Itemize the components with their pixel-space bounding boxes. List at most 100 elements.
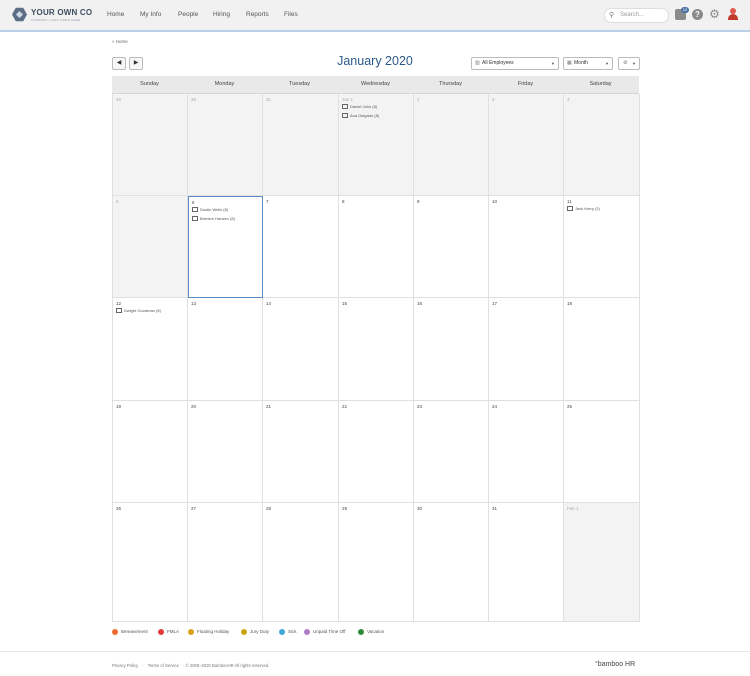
time-off-event[interactable]: Dustin Wells (8)	[192, 207, 228, 213]
calendar-day-cell[interactable]: Jan 1 Daniel John (8) Ana Delgado (8)	[339, 94, 414, 196]
breadcrumb-home[interactable]: « Home	[112, 39, 128, 44]
calendar-event-icon	[567, 206, 573, 212]
search-input[interactable]: ⚲ Search...	[604, 8, 669, 23]
inbox-count-badge: 12	[681, 7, 689, 13]
calendar-day-cell[interactable]: 30	[188, 94, 263, 196]
calendar-day-cell[interactable]: 5	[113, 196, 188, 298]
nav-home[interactable]: Home	[107, 11, 124, 18]
weekday-label: Tuesday	[289, 81, 310, 87]
calendar-day-cell[interactable]: 8	[339, 196, 414, 298]
calendar-day-cell[interactable]: 29	[113, 94, 188, 196]
bamboohr-logo: °bamboo HR	[595, 661, 636, 668]
chevron-down-icon: ▼	[605, 61, 609, 66]
day-number: 30	[191, 97, 197, 102]
nav-files[interactable]: Files	[284, 11, 298, 18]
day-number: 20	[191, 404, 197, 409]
time-off-event[interactable]: Ana Delgado (8)	[342, 113, 380, 119]
day-number: 19	[116, 404, 122, 409]
day-number: 14	[266, 301, 272, 306]
calendar-settings-button[interactable]: ⚙ ▼	[618, 57, 640, 70]
view-mode-select[interactable]: ▦ Month ▼	[563, 57, 613, 70]
calendar-day-cell[interactable]: 15	[339, 298, 414, 401]
calendar-day-cell[interactable]: 18	[564, 298, 640, 401]
day-number: 31	[266, 97, 272, 102]
privacy-policy-link[interactable]: Privacy Policy	[112, 663, 138, 668]
employee-filter-value: All Employees	[482, 60, 514, 66]
calendar-day-cell[interactable]: Feb 1	[564, 503, 640, 622]
company-logo[interactable]: YOUR OWN CO COMPANY LOGO GOES HERE	[12, 7, 92, 25]
footer: Privacy Policy · Terms of Service · © 20…	[112, 663, 272, 668]
nav-reports[interactable]: Reports	[246, 11, 269, 18]
legend-label: Jury Duty	[250, 629, 270, 635]
calendar-grid: 29 30 31 Jan 1 Daniel John (8) Ana Delgado (8…	[112, 94, 640, 622]
calendar-day-cell[interactable]: 19	[113, 401, 188, 503]
time-off-event[interactable]: Daniel John (8)	[342, 104, 377, 110]
day-number: 29	[116, 97, 122, 102]
calendar-day-cell[interactable]: 20	[188, 401, 263, 503]
gear-icon: ⚙	[623, 60, 628, 66]
calendar-day-cell[interactable]: 28	[263, 503, 339, 622]
previous-month-button[interactable]: ◀	[112, 57, 126, 70]
calendar-day-cell[interactable]: 27	[188, 503, 263, 622]
day-number: 27	[191, 506, 197, 511]
employee-filter-select[interactable]: ▥ All Employees ▼	[471, 57, 559, 70]
event-label: Ana Delgado (8)	[350, 113, 380, 118]
calendar-day-cell[interactable]: 14	[263, 298, 339, 401]
calendar-day-cell[interactable]: 24	[489, 401, 564, 503]
nav-hiring[interactable]: Hiring	[213, 11, 230, 18]
day-number: 8	[342, 199, 345, 204]
day-number: 3	[492, 97, 495, 102]
view-mode-value: Month	[574, 60, 588, 66]
weekday-label: Saturday	[589, 81, 612, 87]
calendar-day-cell[interactable]: 12 Dwight Goodman (8)	[113, 298, 188, 401]
legend-item: Jury Duty	[241, 629, 269, 635]
day-number: 30	[417, 506, 423, 511]
calendar-day-cell[interactable]: 3	[489, 94, 564, 196]
calendar-day-cell[interactable]: 31	[263, 94, 339, 196]
legend-label: FMLA	[167, 629, 180, 635]
calendar-day-cell[interactable]: 22	[339, 401, 414, 503]
settings-gear-icon[interactable]: ⚙	[709, 8, 720, 20]
calendar-day-cell[interactable]: 16	[414, 298, 489, 401]
nav-my-info[interactable]: My Info	[140, 11, 161, 18]
help-icon[interactable]: ?	[692, 9, 703, 20]
calendar-day-cell[interactable]: 30	[414, 503, 489, 622]
terms-of-service-link[interactable]: Terms of Service	[148, 663, 179, 668]
calendar-day-cell[interactable]: 4	[564, 94, 640, 196]
weekday-header-row: Sunday Monday Tuesday Wednesday Thursday…	[112, 76, 639, 94]
legend-color-dot	[188, 629, 194, 635]
calendar-day-cell[interactable]: 11 Jack Kerry (2)	[564, 196, 640, 298]
calendar-day-cell[interactable]: 31	[489, 503, 564, 622]
legend-color-dot	[241, 629, 247, 635]
calendar-day-cell[interactable]: 17	[489, 298, 564, 401]
day-number: 26	[116, 506, 122, 511]
weekday-label: Monday	[214, 81, 235, 87]
calendar-day-cell[interactable]: 29	[339, 503, 414, 622]
calendar-day-cell[interactable]: 21	[263, 401, 339, 503]
event-label: Jack Kerry (2)	[575, 206, 600, 211]
time-off-event[interactable]: Jack Kerry (2)	[567, 206, 600, 212]
calendar-day-cell[interactable]: 2	[414, 94, 489, 196]
calendar-day-cell[interactable]: 23	[414, 401, 489, 503]
search-placeholder: Search...	[620, 12, 645, 18]
day-number: 6	[192, 200, 195, 205]
day-number: 10	[492, 199, 498, 204]
calendar-day-cell[interactable]: 9	[414, 196, 489, 298]
top-navigation-bar: YOUR OWN CO COMPANY LOGO GOES HERE Home …	[0, 0, 750, 32]
calendar-day-cell[interactable]: 25	[564, 401, 640, 503]
logo-hexagon-icon	[12, 7, 27, 22]
weekday-label: Friday	[517, 81, 534, 87]
time-off-event[interactable]: Dwight Goodman (8)	[116, 308, 161, 314]
calendar-day-cell[interactable]: 7	[263, 196, 339, 298]
next-month-button[interactable]: ▶	[129, 57, 143, 70]
calendar-day-cell[interactable]: 26	[113, 503, 188, 622]
calendar-day-cell[interactable]: 10	[489, 196, 564, 298]
footer-divider	[0, 651, 750, 652]
nav-people[interactable]: People	[178, 11, 198, 18]
calendar-day-cell[interactable]: 13	[188, 298, 263, 401]
time-off-event[interactable]: Brenton Hansen (8)	[192, 216, 235, 222]
calendar-event-icon	[342, 104, 348, 110]
user-avatar-icon[interactable]	[727, 8, 739, 20]
calendar-day-cell[interactable]: 6 Dustin Wells (8) Brenton Hansen (8)	[188, 196, 263, 298]
day-number: 22	[342, 404, 348, 409]
